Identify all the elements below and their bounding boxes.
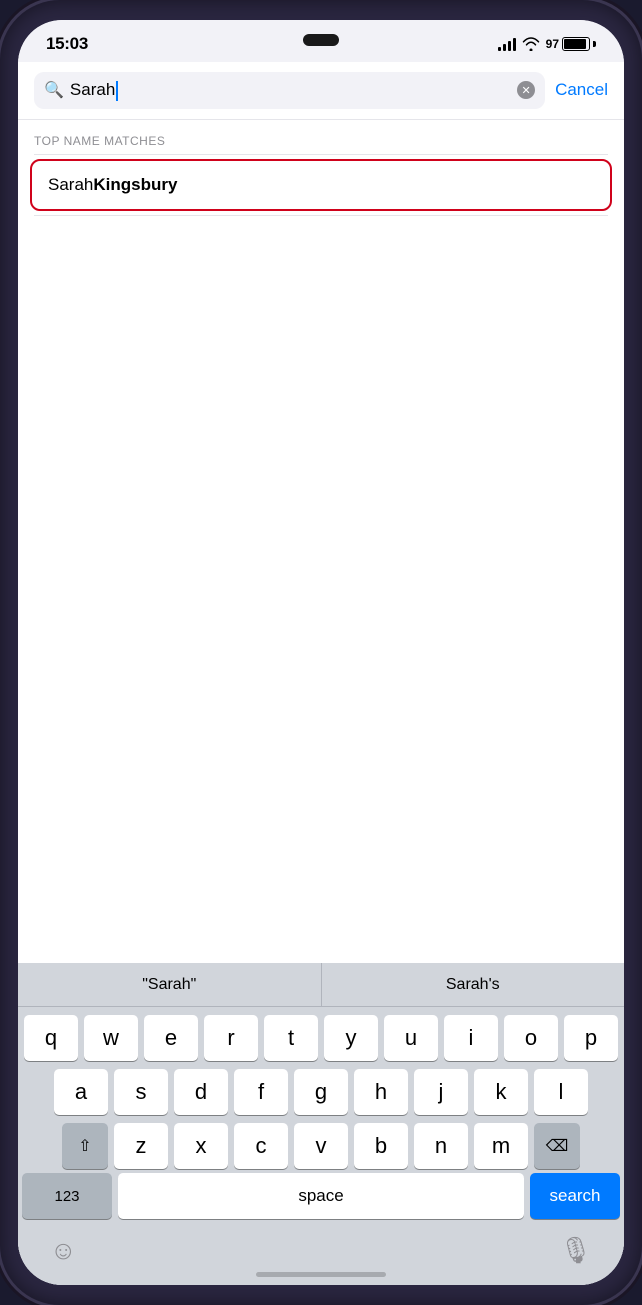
- num-key[interactable]: 123: [22, 1173, 112, 1219]
- key-i[interactable]: i: [444, 1015, 498, 1061]
- key-k[interactable]: k: [474, 1069, 528, 1115]
- main-content: 🔍 Sarah ✕ Cancel TOP NAME MATCHES Sarah …: [18, 62, 624, 1285]
- results-area: TOP NAME MATCHES Sarah Kingsbury: [18, 120, 624, 963]
- key-row-1: q w e r t y u i o p: [22, 1015, 620, 1061]
- autocorrect-item-possessive[interactable]: Sarah's: [322, 963, 625, 1006]
- key-m[interactable]: m: [474, 1123, 528, 1169]
- signal-bars-icon: [498, 37, 516, 51]
- key-f[interactable]: f: [234, 1069, 288, 1115]
- key-s[interactable]: s: [114, 1069, 168, 1115]
- key-a[interactable]: a: [54, 1069, 108, 1115]
- key-p[interactable]: p: [564, 1015, 618, 1061]
- search-input[interactable]: Sarah: [70, 80, 511, 101]
- battery-cap: [593, 41, 596, 47]
- status-time: 15:03: [46, 34, 88, 54]
- key-l[interactable]: l: [534, 1069, 588, 1115]
- clear-button[interactable]: ✕: [517, 81, 535, 99]
- wifi-icon: [522, 37, 540, 51]
- key-z[interactable]: z: [114, 1123, 168, 1169]
- top-divider: [34, 154, 608, 155]
- key-u[interactable]: u: [384, 1015, 438, 1061]
- search-area: 🔍 Sarah ✕ Cancel: [18, 62, 624, 120]
- result-row-inner: Sarah Kingsbury: [48, 175, 177, 195]
- key-y[interactable]: y: [324, 1015, 378, 1061]
- battery-icon: 97: [546, 37, 596, 51]
- result-row[interactable]: Sarah Kingsbury: [30, 159, 612, 211]
- mic-icon[interactable]: 🎙: [559, 1235, 592, 1266]
- shift-key[interactable]: ⇧: [62, 1123, 108, 1169]
- search-box[interactable]: 🔍 Sarah ✕: [34, 72, 545, 109]
- phone-frame: 15:03 97: [0, 0, 642, 1305]
- key-r[interactable]: r: [204, 1015, 258, 1061]
- home-indicator: [256, 1272, 386, 1277]
- key-d[interactable]: d: [174, 1069, 228, 1115]
- key-o[interactable]: o: [504, 1015, 558, 1061]
- section-header: TOP NAME MATCHES: [18, 120, 624, 154]
- status-bar: 15:03 97: [18, 20, 624, 62]
- key-n[interactable]: n: [414, 1123, 468, 1169]
- bottom-key-row: 123 space search: [18, 1173, 624, 1227]
- text-cursor: [116, 81, 118, 101]
- autocorrect-bar: "Sarah" Sarah's: [18, 963, 624, 1007]
- space-key[interactable]: space: [118, 1173, 524, 1219]
- key-w[interactable]: w: [84, 1015, 138, 1061]
- key-e[interactable]: e: [144, 1015, 198, 1061]
- result-first-name: Sarah: [48, 175, 93, 195]
- autocorrect-item-quoted[interactable]: "Sarah": [18, 963, 322, 1006]
- key-x[interactable]: x: [174, 1123, 228, 1169]
- keyboard-rows: q w e r t y u i o p a s: [18, 1007, 624, 1173]
- status-icons: 97: [498, 37, 596, 51]
- key-t[interactable]: t: [264, 1015, 318, 1061]
- battery-body: [562, 37, 590, 51]
- backspace-key[interactable]: ⌫: [534, 1123, 580, 1169]
- result-last-name: Kingsbury: [93, 175, 177, 195]
- key-j[interactable]: j: [414, 1069, 468, 1115]
- dynamic-island: [303, 34, 339, 46]
- key-g[interactable]: g: [294, 1069, 348, 1115]
- phone-screen: 15:03 97: [18, 20, 624, 1285]
- key-v[interactable]: v: [294, 1123, 348, 1169]
- bottom-divider: [34, 215, 608, 216]
- battery-percent: 97: [546, 37, 559, 51]
- emoji-icon[interactable]: ☺: [50, 1235, 77, 1266]
- search-icon: 🔍: [44, 80, 64, 100]
- cancel-button[interactable]: Cancel: [555, 80, 608, 100]
- key-b[interactable]: b: [354, 1123, 408, 1169]
- battery-fill: [564, 39, 586, 49]
- key-row-2: a s d f g h j k l: [22, 1069, 620, 1115]
- key-h[interactable]: h: [354, 1069, 408, 1115]
- key-q[interactable]: q: [24, 1015, 78, 1061]
- key-c[interactable]: c: [234, 1123, 288, 1169]
- keyboard-area: "Sarah" Sarah's q w e r t y u i: [18, 963, 624, 1285]
- search-key[interactable]: search: [530, 1173, 620, 1219]
- key-row-3: ⇧ z x c v b n m ⌫: [22, 1123, 620, 1169]
